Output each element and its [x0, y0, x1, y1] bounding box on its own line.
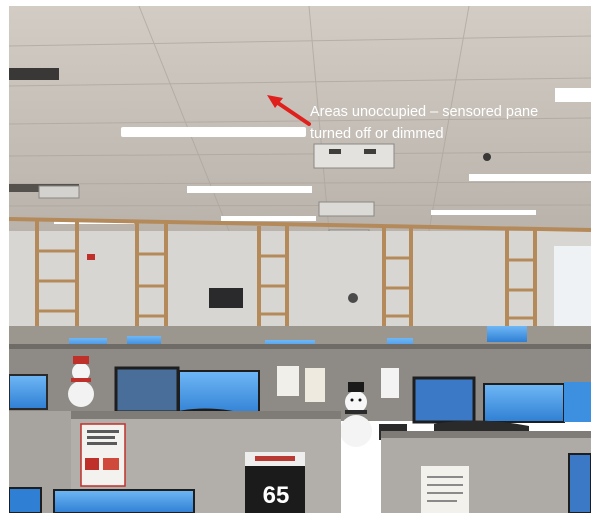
light-panel: [431, 210, 536, 215]
monitor: [114, 366, 180, 414]
foreground-partition: [381, 436, 591, 513]
monitor: [564, 382, 591, 422]
light-panel: [469, 174, 591, 181]
monitor: [483, 383, 565, 423]
posted-paper: [305, 368, 325, 402]
tv-screen: [209, 288, 243, 308]
monitor: [568, 453, 591, 513]
light-panel: [555, 88, 591, 102]
back-wall: [9, 231, 591, 331]
foreground-partition-cap: [71, 411, 341, 419]
posted-paper: [277, 366, 299, 396]
wall-clock: [348, 293, 358, 303]
annotation-line-1: Areas unoccupied – sensored pane: [310, 104, 539, 120]
monitor: [412, 376, 476, 424]
posted-note: [421, 466, 469, 513]
cubicle-number: 65: [262, 482, 290, 509]
monitor: [9, 487, 42, 513]
office-photo: [9, 6, 591, 513]
monitor: [53, 489, 195, 513]
annotation-caption: Areas unoccupied – sensored pane turned …: [310, 101, 591, 145]
photo-frame: Areas unoccupied – sensored pane turned …: [0, 0, 591, 513]
light-panel: [187, 186, 312, 193]
cubicle-partition-top: [9, 344, 591, 349]
window: [554, 246, 591, 336]
ceiling-vent: [9, 68, 59, 80]
recycling-poster: [80, 423, 126, 487]
light-panel: [221, 216, 316, 221]
monitor: [9, 374, 48, 410]
light-panel: [121, 127, 306, 137]
annotation-line-2: turned off or dimmed: [310, 126, 444, 142]
red-sign: [87, 254, 95, 260]
foreground-partition-cap: [381, 431, 591, 438]
posted-paper: [381, 368, 399, 398]
